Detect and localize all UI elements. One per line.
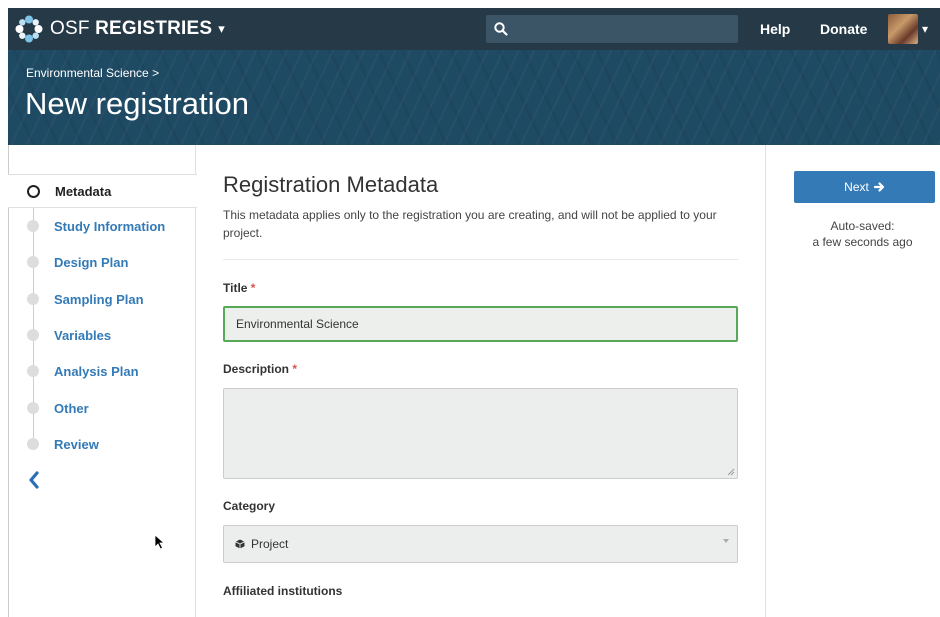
sidebar-item-review[interactable]: Review [8, 427, 196, 461]
affiliated-institutions-label: Affiliated institutions [223, 584, 343, 598]
caret-down-icon: ▾ [218, 21, 225, 36]
sidebar-item-design-plan[interactable]: Design Plan [8, 245, 196, 279]
sidebar-item-label: Metadata [55, 183, 112, 199]
sidebar-item-label: Study Information [54, 218, 166, 234]
top-navbar: OSF REGISTRIES ▾ Help Donate ▾ [8, 8, 940, 50]
caret-down-icon[interactable]: ▾ [922, 8, 928, 50]
sidebar-item-label: Review [54, 436, 99, 452]
sidebar-item-sampling-plan[interactable]: Sampling Plan [8, 282, 196, 316]
section-title: Registration Metadata [223, 172, 439, 197]
next-button-label: Next [844, 180, 869, 194]
title-field[interactable]: Environmental Science [223, 306, 738, 342]
sidebar-item-study-information[interactable]: Study Information [8, 209, 196, 243]
donate-link[interactable]: Donate [820, 8, 867, 50]
resize-handle-icon[interactable] [727, 468, 735, 476]
category-select[interactable]: Project [223, 525, 738, 563]
right-column-divider [765, 145, 766, 617]
sidebar-item-label: Sampling Plan [54, 291, 144, 307]
description-field-label: Description * [223, 362, 298, 376]
step-dot-icon [27, 402, 39, 414]
sidebar-item-analysis-plan[interactable]: Analysis Plan [8, 354, 196, 388]
osf-registries-menu[interactable]: OSF REGISTRIES ▾ [14, 14, 225, 44]
category-select-value: Project [251, 537, 289, 551]
user-avatar[interactable] [888, 14, 918, 44]
category-field-label: Category [223, 499, 276, 513]
next-button[interactable]: Next [794, 171, 935, 203]
section-description: This metadata applies only to the regist… [223, 208, 717, 240]
sidebar-item-other[interactable]: Other [8, 391, 196, 425]
step-dot-icon [27, 329, 39, 341]
step-current-icon [27, 184, 40, 198]
section-divider [223, 259, 738, 260]
brand-name: OSF REGISTRIES [50, 18, 213, 39]
page-title: New registration [25, 86, 249, 121]
step-dot-icon [27, 365, 39, 377]
search-input[interactable] [486, 15, 738, 43]
sidebar-item-metadata[interactable]: Metadata [8, 174, 197, 208]
title-field-label: Title * [223, 281, 256, 295]
sidebar-divider [195, 145, 196, 174]
step-dot-icon [27, 256, 39, 268]
caret-down-icon [723, 539, 729, 543]
sidebar-item-label: Variables [54, 327, 112, 343]
required-marker: * [292, 362, 298, 376]
sidebar-item-label: Analysis Plan [54, 363, 139, 379]
mouse-cursor-icon [154, 534, 166, 550]
autosave-status: Auto-saved: a few seconds ago [812, 219, 913, 249]
osf-logo-icon [15, 15, 43, 43]
page-header: Environmental Science > New registration [8, 50, 940, 145]
sidebar-item-label: Design Plan [54, 254, 129, 270]
cube-icon [235, 539, 245, 549]
description-field[interactable] [223, 388, 738, 479]
breadcrumb[interactable]: Environmental Science > [26, 66, 159, 80]
sidebar-item-variables[interactable]: Variables [8, 318, 196, 352]
help-link[interactable]: Help [760, 8, 790, 50]
search-icon [494, 22, 508, 36]
sidebar-item-label: Other [54, 400, 89, 416]
arrow-right-icon [873, 182, 884, 192]
chevron-left-icon[interactable] [28, 471, 40, 489]
step-dot-icon [27, 220, 39, 232]
required-marker: * [250, 281, 256, 295]
step-dot-icon [27, 293, 39, 305]
title-field-value: Environmental Science [236, 317, 359, 331]
step-dot-icon [27, 438, 39, 450]
